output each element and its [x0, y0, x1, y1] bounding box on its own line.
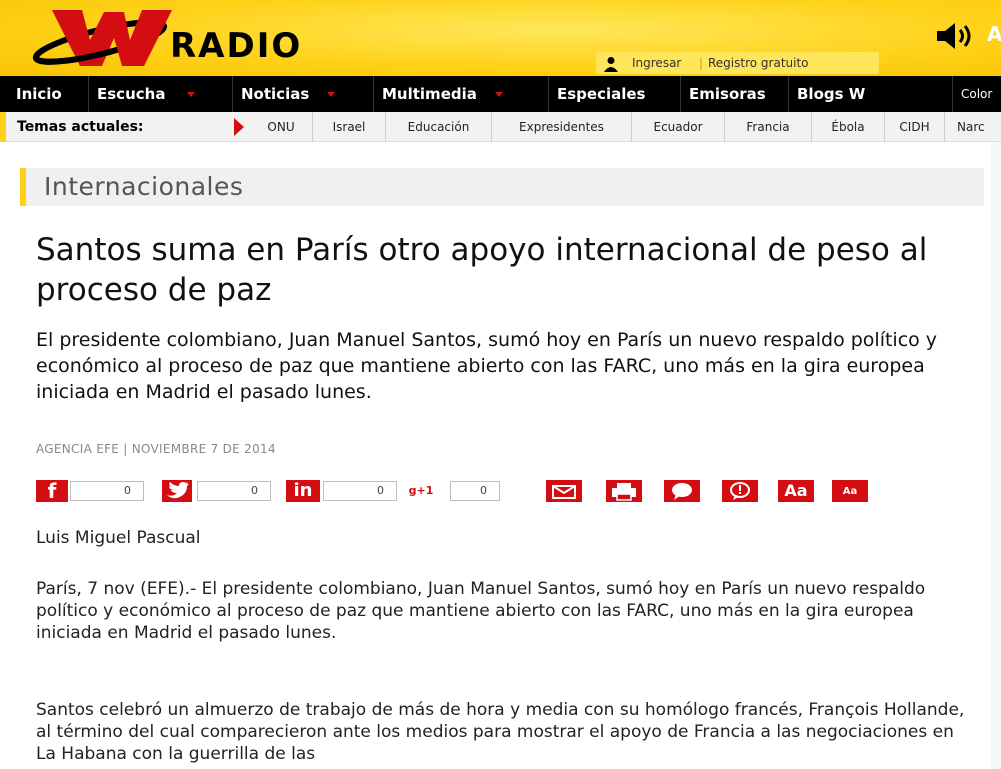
login-bar: Ingresar | Registro gratuito [596, 52, 879, 74]
facebook-count: 0 [70, 481, 144, 501]
share-bar: f 0 0 in 0 g+1 0 Aa Aa [36, 480, 936, 502]
article-byline: AGENCIA EFE | NOVIEMBRE 7 DE 2014 [36, 442, 276, 456]
topic-item[interactable]: Ecuador [632, 112, 725, 142]
comment-icon[interactable] [664, 480, 700, 502]
article-paragraph: Santos celebró un almuerzo de trabajo de… [36, 700, 965, 764]
speaker-icon[interactable] [935, 20, 979, 52]
report-icon[interactable] [722, 480, 758, 502]
logo-text: RADIO [170, 26, 303, 66]
article-paragraph: París, 7 nov (EFE).- El presidente colom… [36, 579, 926, 643]
chevron-down-icon [187, 92, 196, 97]
font-decrease-icon[interactable]: Aa [832, 480, 868, 502]
article-author: Luis Miguel Pascual [36, 528, 201, 548]
nav-item-inicio[interactable]: Inicio [8, 76, 62, 112]
email-icon[interactable] [546, 480, 582, 502]
google-plus-count: 0 [450, 481, 500, 501]
live-label[interactable]: A [987, 22, 1001, 46]
topics-label: Temas actuales: [17, 119, 144, 135]
nav-item-blogs[interactable]: Blogs W [788, 76, 865, 112]
topic-item[interactable]: CIDH [885, 112, 945, 142]
nav-label: Multimedia [382, 85, 477, 103]
topics-bar: Temas actuales: ONU Israel Educación Exp… [0, 112, 1001, 142]
main-nav: Inicio Escucha Noticias Multimedia Espec… [0, 76, 1001, 112]
font-increase-icon[interactable]: Aa [778, 480, 814, 502]
nav-label: Especiales [557, 85, 646, 103]
nav-item-especiales[interactable]: Especiales [548, 76, 645, 112]
login-link[interactable]: Ingresar [632, 56, 681, 70]
section-header: Internacionales [20, 168, 984, 206]
nav-item-emisoras[interactable]: Emisoras [680, 76, 766, 112]
twitter-icon[interactable] [162, 480, 192, 502]
topic-item[interactable]: ONU [250, 112, 313, 142]
nav-item-multimedia[interactable]: Multimedia [373, 76, 503, 112]
chevron-down-icon [327, 92, 336, 97]
topic-item[interactable]: Israel [313, 112, 386, 142]
section-title[interactable]: Internacionales [44, 172, 243, 201]
nav-label: Inicio [16, 85, 62, 103]
nav-item-escucha[interactable]: Escucha [88, 76, 196, 112]
user-icon [604, 57, 618, 72]
nav-label: Blogs W [797, 85, 866, 103]
linkedin-icon[interactable]: in [286, 480, 320, 502]
register-link[interactable]: Registro gratuito [708, 56, 809, 70]
nav-item-color[interactable]: Color [952, 76, 992, 112]
topic-item[interactable]: Expresidentes [492, 112, 632, 142]
linkedin-count: 0 [323, 481, 397, 501]
topic-item[interactable]: Ébola [812, 112, 885, 142]
nav-label: Emisoras [689, 85, 766, 103]
google-plus-icon[interactable]: g+1 [408, 480, 434, 502]
topic-item[interactable]: Narc [945, 112, 1001, 142]
section-accent [20, 168, 26, 206]
nav-label: Color [961, 87, 993, 101]
topic-item[interactable]: Francia [725, 112, 812, 142]
topics-accent [0, 112, 6, 142]
print-icon[interactable] [606, 480, 642, 502]
twitter-count: 0 [197, 481, 271, 501]
nav-item-noticias[interactable]: Noticias [232, 76, 336, 112]
nav-label: Noticias [241, 85, 310, 103]
article-headline: Santos suma en París otro apoyo internac… [36, 232, 928, 308]
play-arrow-icon [234, 118, 244, 136]
facebook-icon[interactable]: f [36, 480, 68, 502]
nav-label: Escucha [97, 85, 166, 103]
page-scrollbar[interactable] [991, 142, 1001, 769]
chevron-down-icon [494, 92, 503, 97]
article-lead: El presidente colombiano, Juan Manuel Sa… [36, 329, 938, 403]
site-header: RADIO Ingresar | Registro gratuito A [0, 0, 1001, 76]
topic-item[interactable]: Educación [386, 112, 492, 142]
login-separator: | [699, 56, 704, 70]
